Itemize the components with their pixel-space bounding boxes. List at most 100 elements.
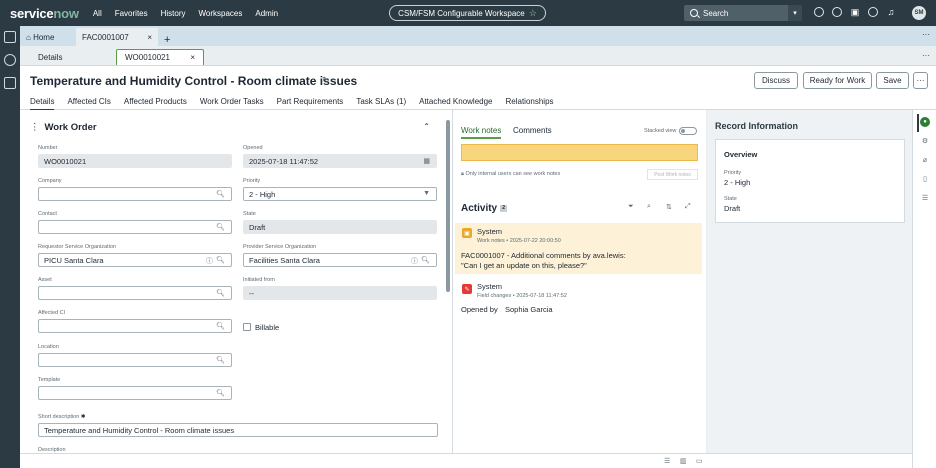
workspace-name: CSM/FSM Configurable Workspace bbox=[398, 8, 525, 18]
expand-icon[interactable]: ⤢ bbox=[685, 203, 693, 211]
entry-text-line1: FAC0001007 - Additional comments by ava.… bbox=[461, 251, 626, 260]
location-field[interactable]: 🔍︎ bbox=[38, 353, 232, 367]
search-icon[interactable]: 🔍︎ bbox=[216, 190, 225, 198]
activity-heading: Activity 2 bbox=[461, 203, 508, 214]
nav-workspaces[interactable]: Workspaces bbox=[199, 9, 243, 18]
search-icon[interactable]: 🔍︎ bbox=[216, 356, 225, 364]
new-tab-icon[interactable]: + bbox=[164, 34, 170, 46]
subtab-affected-products[interactable]: Affected Products bbox=[124, 97, 187, 111]
search-icon[interactable]: 🔍︎ bbox=[421, 256, 430, 264]
home-icon[interactable] bbox=[4, 31, 16, 43]
close-icon[interactable]: × bbox=[190, 53, 195, 62]
user-avatar[interactable]: SM bbox=[912, 6, 926, 20]
nav-admin[interactable]: Admin bbox=[255, 9, 278, 18]
chevron-up-icon[interactable]: ⌃ bbox=[423, 122, 430, 131]
split-layout-icon[interactable]: ▥ bbox=[680, 457, 689, 465]
bell-icon[interactable]: ♫ bbox=[886, 7, 896, 17]
state-value: Draft bbox=[249, 222, 266, 232]
search-icon[interactable]: 🔍︎ bbox=[216, 256, 225, 264]
ready-for-work-button[interactable]: Ready for Work bbox=[803, 72, 872, 89]
inbox-icon[interactable] bbox=[4, 77, 16, 89]
list-layout-icon[interactable]: ☰ bbox=[664, 457, 673, 465]
agent-icon[interactable]: ☰ bbox=[920, 194, 930, 204]
nav-history[interactable]: History bbox=[161, 9, 186, 18]
search-input[interactable]: Search bbox=[703, 9, 728, 18]
globe-icon[interactable] bbox=[814, 7, 824, 17]
record-information-panel: Record Information Overview Priority 2 -… bbox=[707, 110, 912, 453]
billable-label: Billable bbox=[255, 323, 280, 332]
filter-icon[interactable]: ⏷ bbox=[628, 203, 636, 211]
post-work-notes-button[interactable]: Post Work notes bbox=[647, 169, 698, 180]
document-icon[interactable]: ▯ bbox=[920, 175, 930, 185]
provider-field[interactable]: Facilities Santa Clara ⓘ 🔍︎ bbox=[243, 253, 437, 267]
affected-ci-field[interactable]: 🔍︎ bbox=[38, 319, 232, 333]
tab-home[interactable]: ⌂ Home bbox=[20, 28, 76, 46]
nav-all[interactable]: All bbox=[93, 9, 102, 18]
overview-priority-value: 2 - High bbox=[724, 178, 751, 187]
sort-icon[interactable]: ⇅ bbox=[666, 203, 674, 211]
search-scope-dropdown[interactable]: ▾ bbox=[788, 5, 802, 21]
search-icon[interactable]: ⌕ bbox=[647, 203, 655, 211]
subtab-part-requirements[interactable]: Part Requirements bbox=[277, 97, 344, 111]
global-search[interactable]: Search ▾ bbox=[684, 5, 802, 21]
gear-icon[interactable]: ⚙ bbox=[920, 137, 930, 147]
scope-icon[interactable] bbox=[832, 7, 842, 17]
workspace-switcher[interactable]: CSM/FSM Configurable Workspace ☆ bbox=[389, 5, 546, 21]
record-info-icon[interactable]: ● bbox=[920, 117, 930, 127]
initiated-label: Initiated from bbox=[243, 277, 275, 283]
priority-select[interactable]: 2 - High ▼ bbox=[243, 187, 437, 201]
short-description-field[interactable]: Temperature and Humidity Control - Room … bbox=[38, 423, 438, 437]
stacked-view-toggle[interactable] bbox=[679, 127, 697, 135]
tab-fac0001007[interactable]: FAC0001007 × bbox=[76, 28, 158, 46]
tab-record-label: FAC0001007 bbox=[82, 32, 129, 42]
refresh-icon[interactable]: ↻ bbox=[322, 75, 330, 86]
close-icon[interactable]: × bbox=[147, 33, 152, 42]
discuss-button[interactable]: Discuss bbox=[754, 72, 798, 89]
info-icon[interactable]: ⓘ bbox=[206, 256, 213, 266]
tab-details[interactable]: Details bbox=[38, 49, 62, 65]
servicenow-logo[interactable]: servicenow bbox=[10, 6, 79, 21]
subtab-attached-knowledge[interactable]: Attached Knowledge bbox=[419, 97, 492, 111]
billable-checkbox[interactable] bbox=[243, 323, 251, 331]
nav-favorites[interactable]: Favorites bbox=[115, 9, 148, 18]
more-actions-button[interactable]: ··· bbox=[913, 72, 928, 89]
location-label: Location bbox=[38, 344, 59, 350]
more-icon[interactable]: ··· bbox=[922, 51, 930, 60]
more-icon[interactable]: ··· bbox=[922, 30, 930, 39]
tab-comments[interactable]: Comments bbox=[513, 126, 552, 135]
subtab-details[interactable]: Details bbox=[30, 97, 55, 111]
template-field[interactable]: 🔍︎ bbox=[38, 386, 232, 400]
activity-count: 2 bbox=[500, 204, 508, 212]
search-icon[interactable]: 🔍︎ bbox=[216, 223, 225, 231]
help-icon[interactable] bbox=[868, 7, 878, 17]
single-layout-icon[interactable]: ▭ bbox=[696, 457, 705, 465]
work-notes-input[interactable] bbox=[461, 144, 698, 161]
subtab-affected-cis[interactable]: Affected CIs bbox=[67, 97, 110, 111]
search-icon[interactable]: 🔍︎ bbox=[216, 289, 225, 297]
activity-panel: Work notes Comments Stacked view 🔒︎ Only… bbox=[453, 110, 706, 453]
list-icon[interactable] bbox=[4, 54, 16, 66]
tab-wo0010021[interactable]: WO0010021 × bbox=[116, 49, 204, 65]
form-scrollbar[interactable] bbox=[446, 120, 450, 292]
subtab-relationships[interactable]: Relationships bbox=[506, 97, 554, 111]
subtab-work-order-tasks[interactable]: Work Order Tasks bbox=[200, 97, 264, 111]
asset-label: Asset bbox=[38, 277, 52, 283]
requestor-field[interactable]: PICU Santa Clara ⓘ 🔍︎ bbox=[38, 253, 232, 267]
layout-bar: ☰ ▥ ▭ bbox=[20, 453, 912, 468]
page-title: Temperature and Humidity Control - Room … bbox=[30, 74, 358, 88]
tab-home-label: Home bbox=[33, 32, 55, 42]
chat-icon[interactable]: ▣ bbox=[850, 7, 860, 17]
tab-work-notes[interactable]: Work notes bbox=[461, 126, 502, 139]
save-button[interactable]: Save bbox=[876, 72, 909, 89]
star-icon[interactable]: ☆ bbox=[529, 8, 537, 19]
contact-field[interactable]: 🔍︎ bbox=[38, 220, 232, 234]
company-field[interactable]: 🔍︎ bbox=[38, 187, 232, 201]
calendar-icon[interactable]: ▦ bbox=[423, 157, 430, 165]
pencil-icon: ✎ bbox=[462, 284, 472, 294]
subtab-task-slas[interactable]: Task SLAs (1) bbox=[356, 97, 406, 111]
search-icon[interactable]: 🔍︎ bbox=[216, 389, 225, 397]
search-icon[interactable]: 🔍︎ bbox=[216, 322, 225, 330]
attachment-icon[interactable]: ⌀ bbox=[920, 156, 930, 166]
info-icon[interactable]: ⓘ bbox=[411, 256, 418, 266]
asset-field[interactable]: 🔍︎ bbox=[38, 286, 232, 300]
